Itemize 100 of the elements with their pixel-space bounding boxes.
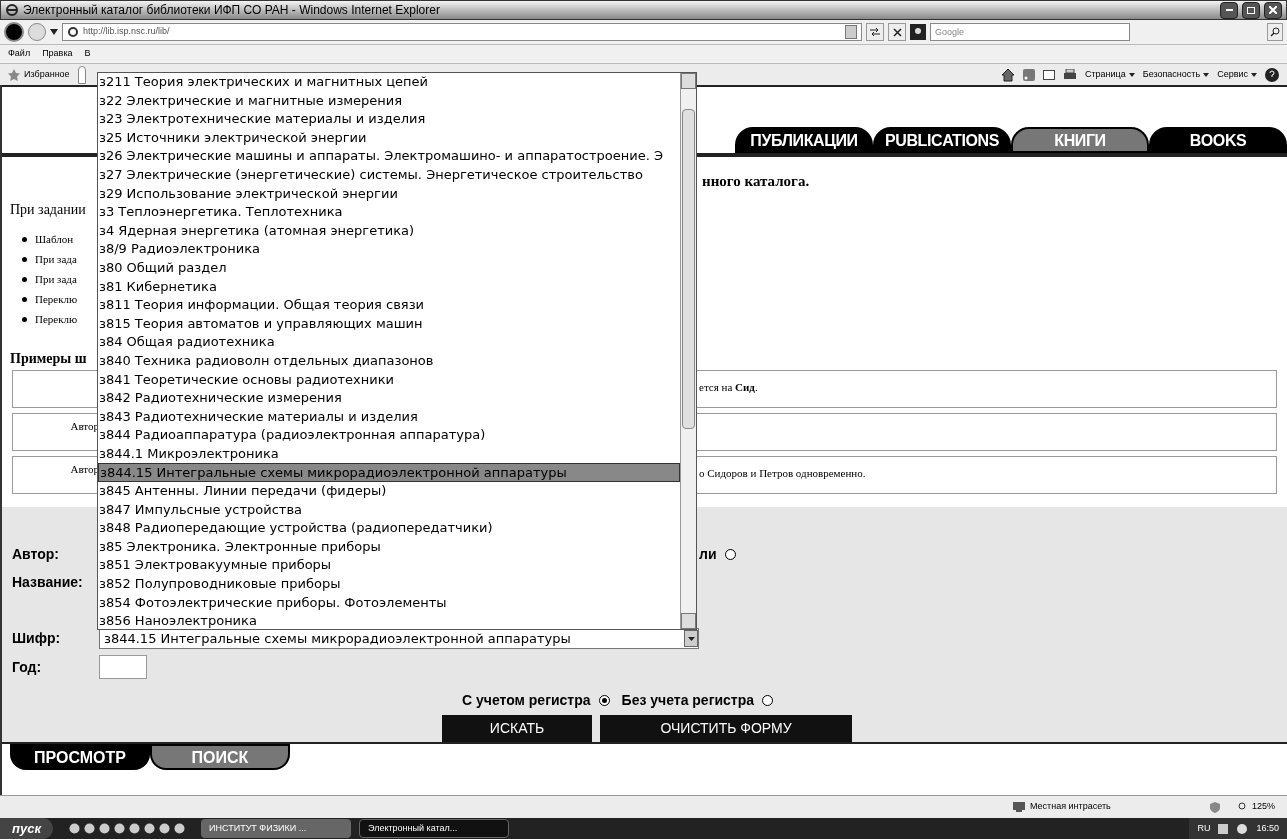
magnifier-icon	[1237, 802, 1248, 812]
quick-launch-icon[interactable]	[174, 823, 185, 834]
dropdown-option[interactable]: з22 Электрические и магнитные измерения	[98, 91, 680, 111]
command-menu[interactable]: Сервис	[1217, 67, 1257, 82]
dropdown-arrow-icon[interactable]	[50, 29, 58, 35]
dropdown-option[interactable]: з844.1 Микроэлектроника	[98, 444, 680, 464]
restore-button[interactable]	[1242, 1, 1260, 19]
taskbar-button[interactable]: Электронный катал...	[359, 819, 509, 838]
dropdown-option[interactable]: з29 Использование электрической энергии	[98, 184, 680, 204]
site-tab[interactable]: BOOKS	[1149, 127, 1287, 153]
dropdown-option[interactable]: з23 Электротехнические материалы и изделия	[98, 110, 680, 129]
radio-button[interactable]	[598, 694, 610, 706]
search-field[interactable]: Google	[930, 23, 1130, 41]
quick-launch-icon[interactable]	[144, 823, 155, 834]
search-button[interactable]	[1267, 23, 1283, 41]
command-menu[interactable]: Безопасность	[1142, 67, 1210, 82]
favorites-button[interactable]: Избранное	[8, 67, 70, 82]
quick-launch-icon[interactable]	[69, 823, 80, 834]
protected-mode-icon[interactable]	[1207, 801, 1222, 813]
list-item-text: При зада	[35, 252, 77, 268]
dropdown-list[interactable]	[97, 72, 697, 630]
page-heading: нного каталога.	[702, 173, 810, 189]
bullet-icon	[22, 237, 27, 242]
print-icon[interactable]	[1062, 68, 1077, 81]
quick-launch-icon[interactable]	[84, 823, 95, 834]
dropdown-option[interactable]: з8/9 Радиоэлектроника	[98, 240, 680, 259]
radio-button[interactable]	[724, 548, 736, 560]
quick-launch-icon[interactable]	[114, 823, 125, 834]
dropdown-option[interactable]: з845 Антенны. Линии передачи (фидеры)	[98, 482, 680, 501]
scrollbar[interactable]	[680, 73, 696, 629]
close-button[interactable]	[1264, 1, 1282, 19]
caret-icon	[687, 636, 695, 641]
tray-icon[interactable]	[1236, 822, 1249, 835]
address-field[interactable]: http://lib.isp.nsc.ru/lib/	[62, 23, 862, 41]
site-tab[interactable]: КНИГИ	[1011, 127, 1149, 153]
bottom-tab[interactable]: ПОИСК	[150, 744, 290, 770]
menu-item[interactable]: Правка	[42, 47, 73, 61]
list-item-text: Шаблон	[35, 232, 74, 248]
command-menu[interactable]: Страница	[1084, 67, 1135, 82]
site-tab[interactable]: PUBLICATIONS	[873, 127, 1011, 153]
code-select[interactable]: з844.15 Интегральные схемы микрорадиоэлектронной аппаратуры	[99, 628, 699, 649]
browser-tab[interactable]	[77, 65, 86, 84]
dropdown-option[interactable]: з841 Теоретические основы радиотехники	[98, 370, 680, 390]
feed-icon[interactable]	[1022, 68, 1035, 81]
stop-button[interactable]	[888, 23, 906, 41]
window-title: Электронный каталог библиотеки ИФП СО РАН - Windows Internet Explorer	[23, 2, 441, 19]
refresh-button[interactable]	[866, 23, 884, 41]
dropdown-option[interactable]: з844 Радиоаппаратура (радиоэлектронная аппаратура)	[98, 426, 680, 445]
bullet-icon	[22, 317, 27, 322]
address-dropdown-button[interactable]	[845, 25, 857, 39]
quick-launch-icon[interactable]	[99, 823, 110, 834]
home-icon[interactable]	[1000, 67, 1015, 82]
bottom-tab[interactable]: ПРОСМОТР	[10, 744, 150, 770]
field-label: Автор:	[12, 544, 60, 564]
form-button[interactable]: ИСКАТЬ	[442, 715, 592, 742]
start-button[interactable]: пуск	[0, 818, 53, 839]
dropdown-option[interactable]: з25 Источники электрической энергии	[98, 128, 680, 148]
form-button[interactable]: ОЧИСТИТЬ ФОРМУ	[600, 715, 852, 742]
dropdown-option[interactable]: з840 Техника радиоволн отдельных диапазонов	[98, 351, 680, 371]
dropdown-option[interactable]: з211 Теория электрических и магнитных цепей	[98, 73, 680, 92]
language-indicator[interactable]: RU	[1197, 821, 1211, 836]
dropdown-option[interactable]: з80 Общий раздел	[98, 258, 680, 278]
caret-icon	[1128, 72, 1135, 77]
site-tab[interactable]: ПУБЛИКАЦИИ	[735, 127, 873, 153]
menu-item[interactable]: В	[84, 47, 91, 61]
radio-button[interactable]	[762, 694, 774, 706]
minimize-icon	[1225, 9, 1233, 11]
dropdown-option[interactable]: з815 Теория автоматов и управляющих машин	[98, 314, 680, 334]
field-label: Название:	[12, 572, 84, 592]
taskbar-button[interactable]: ИНСТИТУТ ФИЗИКИ ...	[201, 819, 351, 838]
dropdown-option[interactable]: з847 Импульсные устройства	[98, 500, 680, 520]
dropdown-option[interactable]: з856 Наноэлектроника	[98, 612, 680, 631]
quick-launch-icon[interactable]	[159, 823, 170, 834]
dropdown-option[interactable]: з842 Радиотехнические измерения	[98, 389, 680, 408]
dropdown-option[interactable]: з843 Радиотехнические материалы и изделия	[98, 407, 680, 427]
back-button[interactable]	[4, 22, 24, 42]
search-provider-icon	[910, 24, 926, 40]
clock: 16:50	[1256, 821, 1279, 835]
dropdown-option[interactable]: з84 Общая радиотехника	[98, 333, 680, 352]
dropdown-option[interactable]: з4 Ядерная энергетика (атомная энергетика)	[98, 221, 680, 241]
year-field[interactable]	[99, 655, 147, 679]
dropdown-option[interactable]: з26 Электрические машины и аппараты. Электромашино- и аппаратостроение. Э	[98, 147, 680, 166]
bullet-icon	[22, 297, 27, 302]
dropdown-option[interactable]: з811 Теория информации. Общая теория связи	[98, 296, 680, 315]
dropdown-option[interactable]: з844.15 Интегральные схемы микрорадиоэлектронной аппаратуры	[98, 463, 680, 483]
mail-icon[interactable]	[1042, 69, 1055, 80]
quick-launch-icon[interactable]	[129, 823, 140, 834]
dropdown-option[interactable]: з85 Электроника. Электронные приборы	[98, 537, 680, 557]
dropdown-option[interactable]: з852 Полупроводниковые приборы	[98, 575, 680, 594]
menu-item[interactable]: Файл	[8, 47, 31, 61]
dropdown-option[interactable]: з854 Фотоэлектрические приборы. Фотоэлементы	[98, 593, 680, 613]
zoom-button[interactable]: 125%	[1237, 800, 1275, 814]
dropdown-option[interactable]: з27 Электрические (энергетические) системы. Энергетическое строительство	[98, 165, 680, 185]
dropdown-button[interactable]	[684, 630, 698, 647]
dropdown-option[interactable]: з81 Кибернетика	[98, 277, 680, 297]
dropdown-option[interactable]: з3 Теплоэнергетика. Теплотехника	[98, 203, 680, 222]
caret-icon	[1251, 72, 1257, 77]
dropdown-option[interactable]: з848 Радиопередающие устройства (радиопередатчики)	[98, 519, 680, 538]
minimize-button[interactable]	[1220, 1, 1238, 19]
dropdown-option[interactable]: з851 Электровакуумные приборы	[98, 556, 680, 576]
